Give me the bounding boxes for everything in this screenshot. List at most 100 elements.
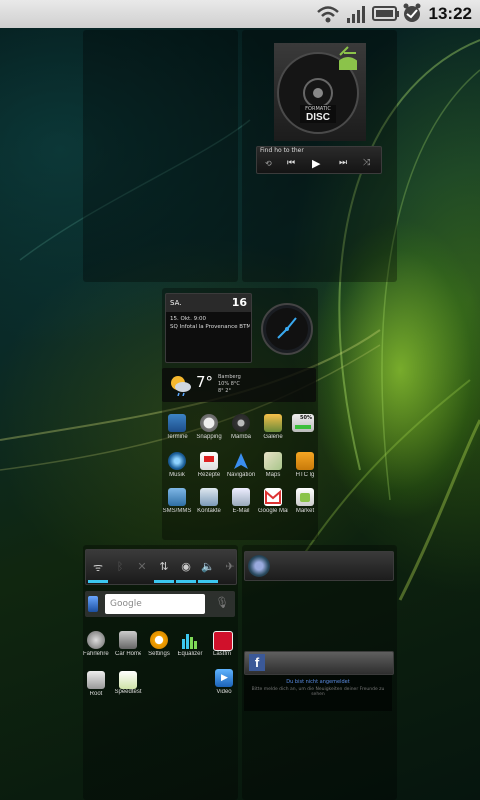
- recipe-app-icon[interactable]: [200, 452, 218, 470]
- folder-icon[interactable]: [296, 452, 314, 470]
- calendar-day: SA.: [170, 299, 182, 307]
- calendar-date: 16: [231, 296, 247, 309]
- calendar-event-title: SQ Infotal la Provenance BTMP: [170, 324, 250, 330]
- shortcut-label: Root: [89, 691, 103, 697]
- music-app-icon[interactable]: [168, 452, 186, 470]
- calendar-widget[interactable]: SA. 16 15. Okt. 9:00 SQ Infotal la Prove…: [165, 293, 252, 363]
- music-controls-bar: Find ho to ther ⟲ ⏮ ▶ ⏭ ⤨: [256, 146, 382, 174]
- sync-toggle[interactable]: ⇅: [154, 560, 174, 573]
- next-button[interactable]: ⏭: [339, 158, 347, 168]
- satellite-icon[interactable]: [87, 631, 105, 649]
- shortcut-label: Equalizer: [177, 651, 203, 657]
- shortcut-label: Lastfm: [212, 651, 231, 657]
- bottom-left-panel: ᯤ ᛒ ✕ ⇅ ◉ 🔈 ✈ Google 🎙 Fahrlehrer Car Ho…: [83, 545, 238, 800]
- battery-widget-icon[interactable]: 50%: [292, 414, 314, 432]
- stopwatch-icon[interactable]: [200, 414, 218, 432]
- airplane-toggle[interactable]: ✈: [220, 560, 240, 573]
- app-label: Rezepte: [197, 472, 221, 478]
- gallery-icon[interactable]: [264, 414, 282, 432]
- twitter-widget[interactable]: [244, 551, 394, 581]
- bluetooth-toggle[interactable]: ᛒ: [110, 560, 130, 573]
- root-icon[interactable]: [87, 671, 105, 689]
- facebook-login-status: Du bist nicht angemeldet: [286, 679, 350, 685]
- analog-clock[interactable]: [260, 302, 314, 356]
- facebook-widget-header[interactable]: f: [244, 651, 394, 675]
- google-logo-icon: [88, 596, 98, 612]
- app-label: Market: [295, 508, 315, 514]
- album-title: DISC: [306, 112, 330, 123]
- shortcut-label: Video: [216, 689, 232, 695]
- album-art[interactable]: FORMATIC DISC: [274, 43, 366, 141]
- wifi-indicator: [88, 580, 108, 583]
- battery-percent: 50%: [300, 415, 312, 421]
- maps-icon[interactable]: [264, 452, 282, 470]
- navigation-arrow-icon[interactable]: [232, 452, 250, 470]
- music-widget-panel: FORMATIC DISC Find ho to ther ⟲ ⏮ ▶ ⏭ ⤨: [242, 30, 397, 282]
- weather-widget[interactable]: 7° Bamberg 10% 8°C 8° 2°: [162, 368, 316, 402]
- status-bar: 13:22: [0, 0, 480, 28]
- facebook-logo-icon: f: [249, 654, 265, 671]
- track-title: Find ho to ther: [260, 147, 304, 154]
- app-label: Kontakte: [197, 508, 221, 514]
- search-input[interactable]: Google: [105, 594, 205, 614]
- sun-cloud-rain-icon: [171, 376, 191, 396]
- market-icon[interactable]: [296, 488, 314, 506]
- app-label: Google Mail: [258, 508, 288, 514]
- car-home-icon[interactable]: [119, 631, 137, 649]
- app-label: Musik: [169, 472, 185, 478]
- shortcut-label: Settings: [148, 651, 170, 657]
- sound-indicator: [198, 580, 218, 583]
- gmail-icon[interactable]: [264, 488, 282, 506]
- sound-toggle[interactable]: 🔈: [198, 560, 218, 573]
- status-time: 13:22: [428, 4, 472, 23]
- contacts-icon[interactable]: [200, 488, 218, 506]
- signal-icon: [347, 6, 365, 23]
- calendar-app-icon[interactable]: [168, 414, 186, 432]
- previous-button[interactable]: ⏮: [287, 158, 295, 168]
- empty-widget-panel: [83, 30, 238, 282]
- middle-widget-panel: SA. 16 15. Okt. 9:00 SQ Infotal la Prove…: [162, 288, 318, 540]
- sms-icon[interactable]: [168, 488, 186, 506]
- app-label: HTC lg: [295, 472, 315, 478]
- video-icon[interactable]: ▶: [215, 669, 233, 687]
- equalizer-icon[interactable]: [181, 631, 199, 649]
- bird-avatar-icon: [248, 555, 270, 577]
- bottom-right-panel: f Du bist nicht angemeldet Bitte melde d…: [242, 545, 397, 800]
- weather-location: Bamberg: [218, 374, 241, 380]
- email-icon[interactable]: [232, 488, 250, 506]
- repeat-icon[interactable]: ⟲: [265, 159, 272, 168]
- mic-icon[interactable]: 🎙: [215, 596, 229, 609]
- google-search-widget: Google 🎙: [85, 591, 235, 617]
- weather-detail-2: 8° 2°: [218, 388, 231, 394]
- shortcut-label: Speedtest: [114, 689, 142, 695]
- wifi-toggle[interactable]: ᯤ: [88, 560, 108, 575]
- speedtest-icon[interactable]: [119, 671, 137, 689]
- camera-lens-icon[interactable]: [232, 414, 250, 432]
- gps-toggle[interactable]: ✕: [132, 560, 152, 573]
- settings-gear-icon[interactable]: [150, 631, 168, 649]
- disc-icon: [277, 46, 359, 134]
- app-label: E-Mail: [232, 508, 250, 514]
- shortcut-label: Fahrlehrer: [83, 651, 109, 657]
- shortcut-label: Car Home: [115, 651, 141, 657]
- lastfm-icon[interactable]: [213, 631, 233, 651]
- weather-detail-1: 10% 8°C: [218, 381, 240, 387]
- facebook-login-hint: Bitte melde dich an, um die Neuigkeiten …: [251, 687, 385, 697]
- shuffle-icon[interactable]: ⤨: [363, 158, 370, 168]
- app-label: Snapping: [196, 434, 222, 440]
- power-control-widget: ᯤ ᛒ ✕ ⇅ ◉ 🔈 ✈: [85, 549, 237, 585]
- battery-icon: [372, 6, 399, 21]
- weather-temperature: 7°: [196, 373, 214, 391]
- alarm-icon: [403, 3, 421, 22]
- facebook-widget-body[interactable]: Du bist nicht angemeldet Bitte melde dic…: [244, 675, 392, 711]
- app-label: Maps: [265, 472, 281, 478]
- app-label: SMS/MMS: [162, 508, 192, 514]
- app-label: Termine: [166, 434, 188, 440]
- calendar-event-time: 15. Okt. 9:00: [170, 316, 207, 322]
- sync-indicator: [154, 580, 174, 583]
- brightness-toggle[interactable]: ◉: [176, 560, 196, 573]
- wifi-icon: [317, 6, 339, 23]
- app-label: Navigation: [226, 472, 256, 478]
- play-button[interactable]: ▶: [312, 157, 320, 170]
- brightness-indicator: [176, 580, 196, 583]
